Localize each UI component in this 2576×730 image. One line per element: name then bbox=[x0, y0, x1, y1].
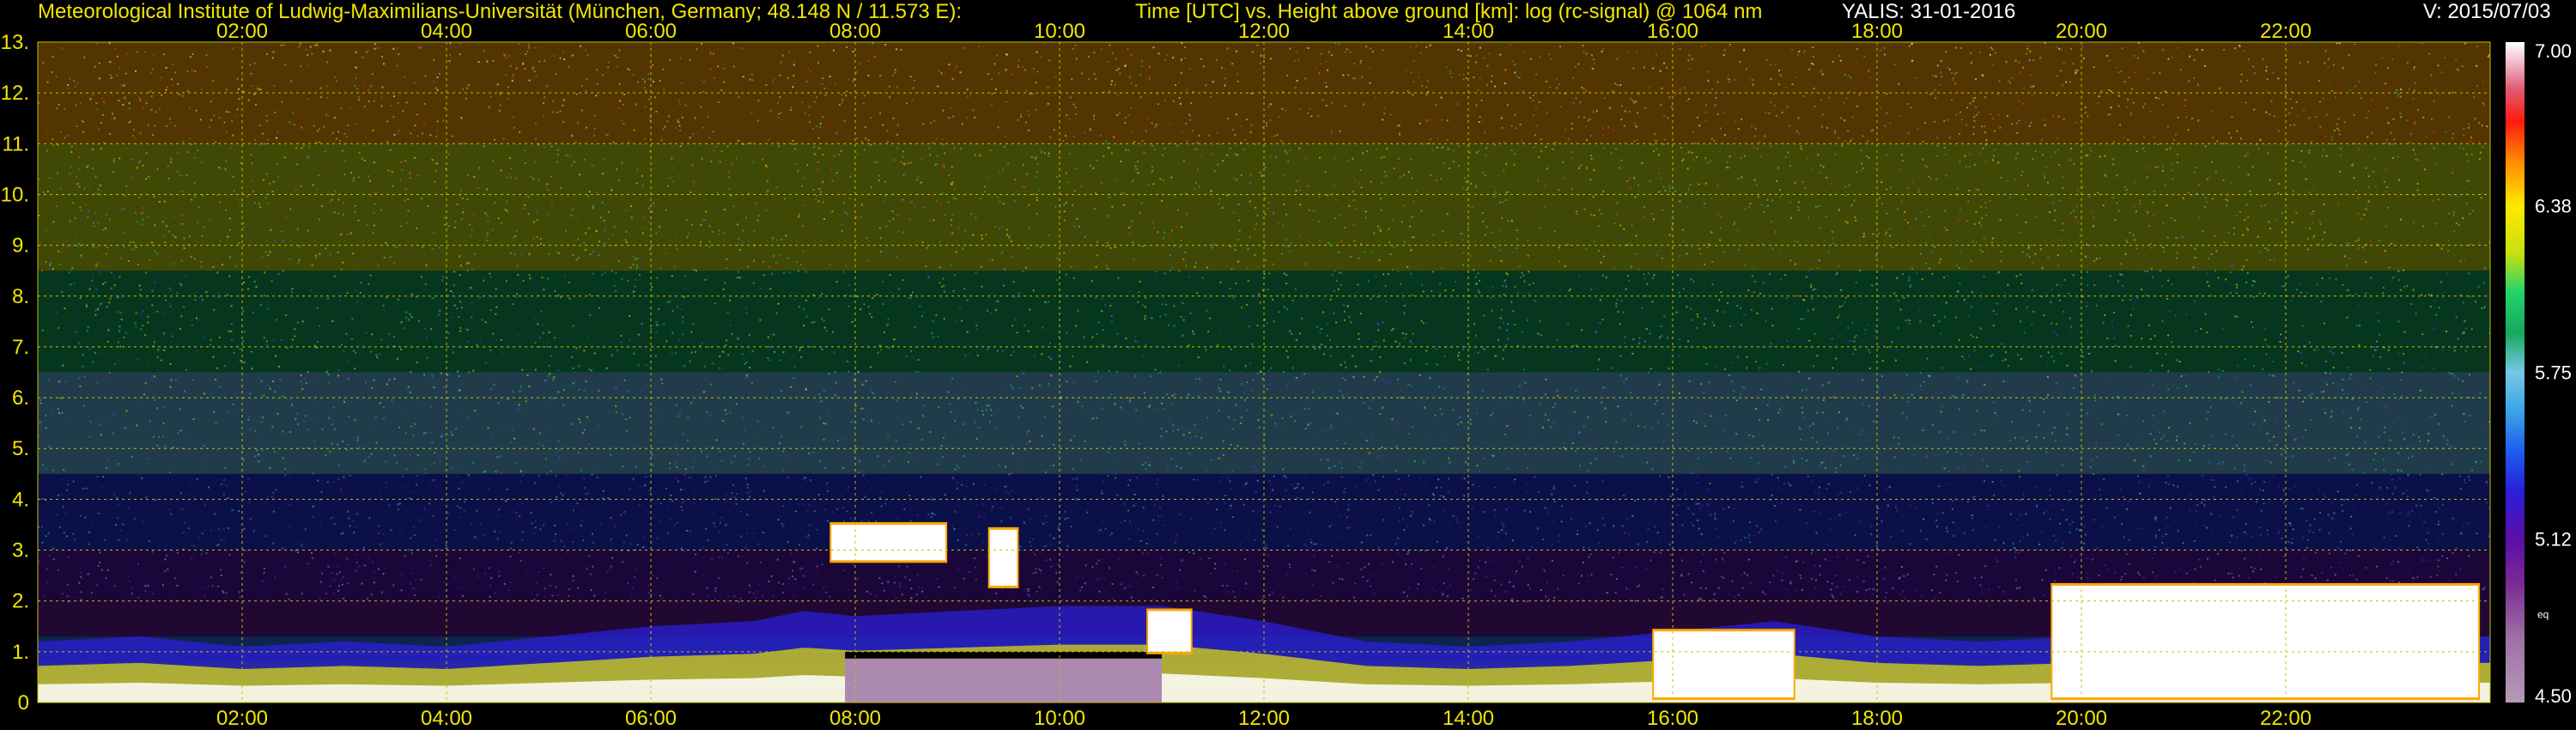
x-tick-label-top: 22:00 bbox=[2260, 20, 2312, 43]
x-tick-label-bottom: 20:00 bbox=[2056, 707, 2107, 730]
y-tick-label: 3. bbox=[12, 539, 29, 563]
x-tick-label-top: 18:00 bbox=[1851, 20, 1903, 43]
cloud-layer-3 bbox=[1654, 631, 1794, 698]
x-tick-label-top: 12:00 bbox=[1238, 20, 1290, 43]
x-tick-label-bottom: 12:00 bbox=[1238, 707, 1290, 730]
y-tick-label: 4. bbox=[12, 488, 29, 511]
x-tick-label-bottom: 06:00 bbox=[625, 707, 677, 730]
colorbar bbox=[2506, 42, 2524, 703]
x-tick-label-top: 10:00 bbox=[1034, 20, 1085, 43]
cloud-layer-2 bbox=[1148, 611, 1191, 652]
colorbar-tick-label: 4.50 bbox=[2535, 685, 2572, 707]
x-tick-label-bottom: 08:00 bbox=[829, 707, 881, 730]
x-tick-label-top: 20:00 bbox=[2056, 20, 2107, 43]
x-tick-label-bottom: 22:00 bbox=[2260, 707, 2312, 730]
y-tick-label: 13. bbox=[1, 31, 29, 54]
lidar-quicklook: Meteorological Institute of Ludwig-Maxim… bbox=[0, 0, 2576, 730]
x-tick-label-top: 16:00 bbox=[1647, 20, 1698, 43]
lidar-chart: 02:00 02:00 04:00 04:00 06:00 06:00 08:00 08:00… bbox=[1, 20, 2572, 730]
y-tick-label: 1. bbox=[12, 641, 29, 664]
y-tick-label: 2. bbox=[12, 590, 29, 613]
x-tick-label-top: 14:00 bbox=[1443, 20, 1494, 43]
x-tick-label-bottom: 18:00 bbox=[1851, 707, 1903, 730]
x-tick-label-top: 08:00 bbox=[829, 20, 881, 43]
cloud-layer-1 bbox=[989, 529, 1018, 586]
x-tick-label-top: 02:00 bbox=[216, 20, 268, 43]
y-tick-label: 7. bbox=[12, 336, 29, 359]
attenuated-region-edge bbox=[845, 651, 1162, 659]
cloud-layer-4 bbox=[2052, 585, 2479, 698]
x-tick-label-top: 06:00 bbox=[625, 20, 677, 43]
x-tick-label-bottom: 14:00 bbox=[1443, 707, 1494, 730]
x-tick-label-bottom: 04:00 bbox=[421, 707, 472, 730]
attenuated-region bbox=[845, 656, 1162, 703]
y-tick-label: 10. bbox=[1, 183, 29, 206]
colorbar-tick-label: 5.12 bbox=[2535, 528, 2572, 550]
y-tick-label: 0 bbox=[18, 691, 29, 715]
y-tick-label: 12. bbox=[1, 82, 29, 105]
colorbar-tick-label: 5.75 bbox=[2535, 362, 2572, 384]
y-tick-label: 6. bbox=[12, 386, 29, 410]
x-tick-label-top: 04:00 bbox=[421, 20, 472, 43]
cloud-layer-0 bbox=[831, 524, 946, 561]
x-tick-label-bottom: 02:00 bbox=[216, 707, 268, 730]
y-tick-label: 5. bbox=[12, 437, 29, 460]
colorbar-small-label: eq bbox=[2537, 609, 2549, 621]
y-tick-label: 9. bbox=[12, 234, 29, 258]
x-tick-label-bottom: 10:00 bbox=[1034, 707, 1085, 730]
y-tick-label: 8. bbox=[12, 285, 29, 308]
y-tick-label: 11. bbox=[2, 132, 29, 155]
colorbar-tick-label: 6.38 bbox=[2535, 196, 2572, 217]
x-tick-label-bottom: 16:00 bbox=[1647, 707, 1698, 730]
colorbar-tick-label: 7.00 bbox=[2535, 40, 2572, 62]
